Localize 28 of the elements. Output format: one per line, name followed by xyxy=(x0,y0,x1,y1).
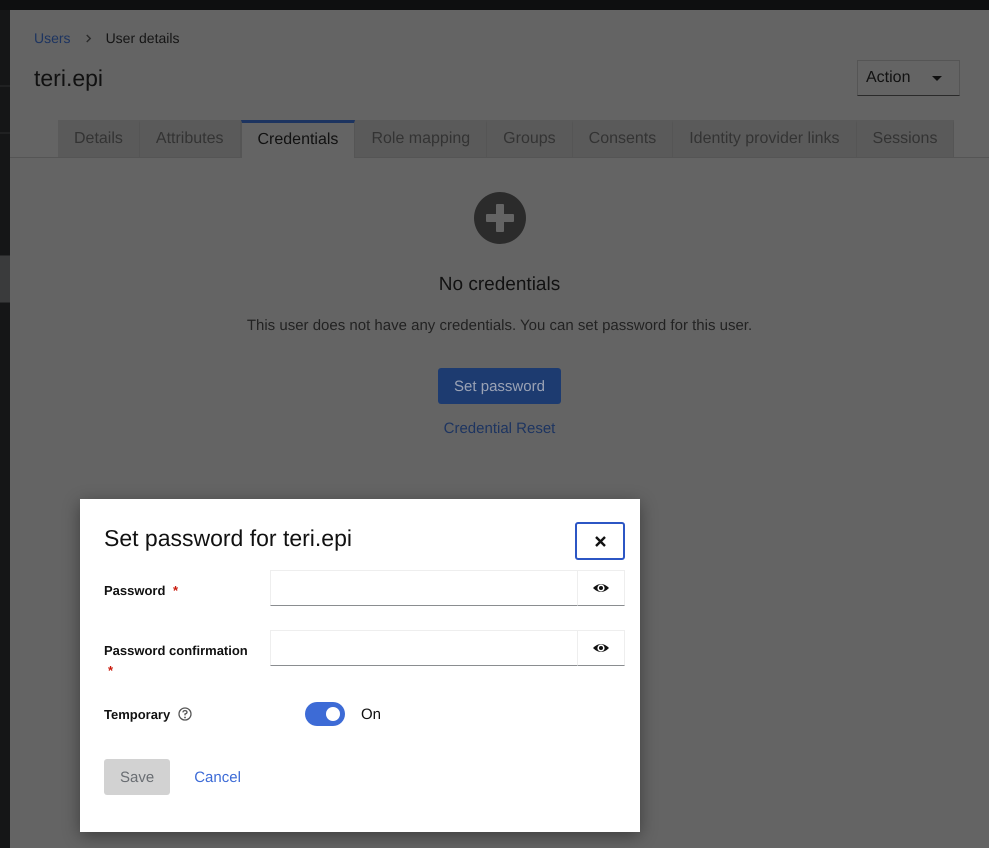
field-label: Password * xyxy=(104,582,180,600)
page-title: teri.epi xyxy=(34,64,104,92)
toggle-switch[interactable] xyxy=(305,702,345,726)
set-password-button[interactable]: Set password xyxy=(438,368,561,404)
eye-icon xyxy=(593,581,609,595)
empty-state-text: This user does not have any credentials. You can set password for this user. xyxy=(246,317,752,334)
password-field[interactable] xyxy=(270,630,578,666)
breadcrumb-item: User details xyxy=(106,30,180,46)
show-password-button[interactable] xyxy=(578,570,625,606)
password-field[interactable] xyxy=(270,570,578,606)
dialog-title: Set password for teri.epi xyxy=(104,525,352,552)
tab[interactable]: Credentials xyxy=(240,120,356,158)
chevron-icon xyxy=(84,34,92,42)
breadcrumb-link[interactable]: Users xyxy=(34,30,71,46)
caret-icon xyxy=(932,76,942,80)
cancel-button[interactable]: Cancel xyxy=(178,768,257,786)
action-dropdown[interactable]: Action xyxy=(857,60,960,96)
eye-icon xyxy=(593,641,609,655)
empty-state-title: No credentials xyxy=(438,274,560,296)
close-icon xyxy=(594,536,606,546)
toggle-status: On xyxy=(361,706,382,722)
close-button[interactable] xyxy=(575,522,625,560)
field-label: Temporary xyxy=(104,706,170,722)
credential-reset-link[interactable]: Credential Reset xyxy=(444,420,556,437)
help-icon xyxy=(178,707,192,721)
show-password-button[interactable] xyxy=(578,630,625,666)
add-icon xyxy=(474,192,526,244)
field-label: Password confirmation * xyxy=(104,642,249,680)
